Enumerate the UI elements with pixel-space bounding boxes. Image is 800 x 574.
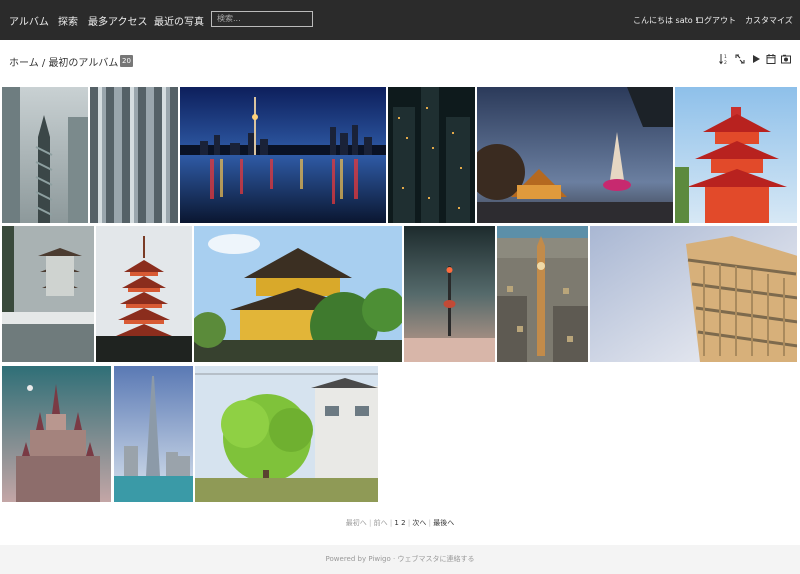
sort-icon[interactable]: 1 2 xyxy=(719,53,729,65)
pager-first-link: 最初へ xyxy=(345,519,367,527)
nav-most-visited-link[interactable]: 最多アクセス xyxy=(88,13,148,28)
view-toggle-icon[interactable] xyxy=(735,53,745,65)
footer-powered-text: Powered by xyxy=(325,555,367,563)
photo-thumbnail-spiral-tower[interactable] xyxy=(2,87,88,223)
breadcrumb: ホーム / 最初のアルバム xyxy=(9,54,118,69)
pager-next-link[interactable]: 次へ xyxy=(412,519,426,527)
logout-link[interactable]: ログアウト xyxy=(696,15,736,26)
photo-thumbnail-dark-skyscrapers[interactable] xyxy=(388,87,475,223)
customize-link[interactable]: カスタマイズ xyxy=(745,15,793,26)
pager-separator: | xyxy=(428,519,431,527)
photo-thumbnail-city-skyline-night[interactable] xyxy=(180,87,386,223)
search-input[interactable]: 検索... xyxy=(211,11,313,27)
photo-thumbnail-red-pagoda[interactable] xyxy=(675,87,797,223)
nav-album-link[interactable]: アルバム xyxy=(9,13,49,28)
greeting-text: こんにちは sato ! xyxy=(633,16,699,25)
pager-separator: | xyxy=(389,519,393,527)
pager-page-1: 1 xyxy=(394,519,399,527)
photo-thumbnail-five-story-pagoda[interactable] xyxy=(96,226,192,362)
photo-thumbnail-burj-khalifa[interactable] xyxy=(114,366,193,502)
photo-count-badge: 20 xyxy=(120,55,133,67)
photo-thumbnail-glass-facade[interactable] xyxy=(90,87,178,223)
footer-contact-link[interactable]: ウェブマスタに連絡する xyxy=(397,555,474,563)
svg-text:1: 1 xyxy=(724,54,727,60)
pagination: 最初へ | 前へ | 1 2 | 次へ | 最後へ xyxy=(0,518,800,528)
calendar-icon[interactable] xyxy=(766,53,776,65)
pager-separator: | xyxy=(407,519,411,527)
footer: Powered by Piwigo · ウェブマスタに連絡する xyxy=(0,545,800,574)
album-header: ホーム / 最初のアルバム 20 1 2 xyxy=(0,40,800,84)
pager-page-2[interactable]: 2 xyxy=(401,519,405,527)
nav-recent-photos-link[interactable]: 最近の写真 xyxy=(154,13,204,28)
breadcrumb-album-title: 最初のアルバム xyxy=(48,58,119,69)
photo-thumbnail-golden-pavilion[interactable] xyxy=(194,226,402,362)
metadata-icon[interactable] xyxy=(781,53,791,65)
photo-thumbnail-fairytale-castle[interactable] xyxy=(2,366,111,502)
pager-separator: | xyxy=(368,519,372,527)
breadcrumb-home-link[interactable]: ホーム xyxy=(9,58,39,69)
slideshow-icon[interactable] xyxy=(751,53,761,65)
photo-thumbnail-green-tree-garden[interactable] xyxy=(195,366,378,502)
photo-thumbnail-garden-pagoda[interactable] xyxy=(2,226,94,362)
top-navigation-bar: アルバム 探索 最多アクセス 最近の写真 検索... こんにちは sato ! … xyxy=(0,0,800,40)
svg-text:2: 2 xyxy=(724,60,727,65)
photo-thumbnail-big-ben-london[interactable] xyxy=(497,226,588,362)
pager-last-link[interactable]: 最後へ xyxy=(433,519,454,527)
footer-piwigo-link[interactable]: Piwigo xyxy=(368,555,390,563)
nav-explore-link[interactable]: 探索 xyxy=(58,13,78,28)
photo-thumbnail-temple-night[interactable] xyxy=(477,87,673,223)
photo-thumbnail-leaning-tower-pisa[interactable] xyxy=(590,226,797,362)
pager-prev-link: 前へ xyxy=(373,519,388,527)
photo-thumbnail-tower-in-fog[interactable] xyxy=(404,226,495,362)
breadcrumb-separator: / xyxy=(38,58,49,69)
